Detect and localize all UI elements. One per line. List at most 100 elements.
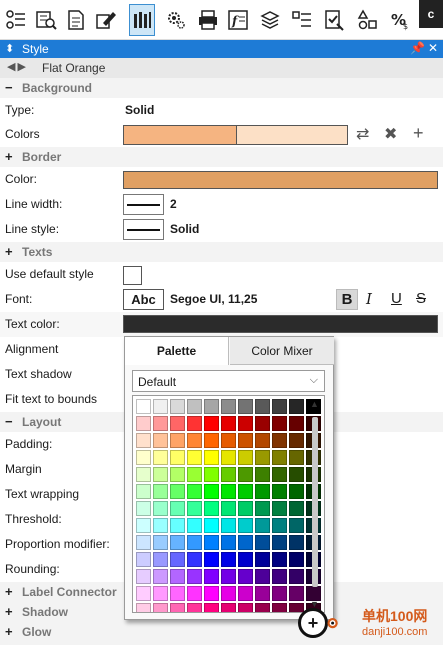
palette-swatch[interactable]	[272, 450, 287, 465]
palette-swatch[interactable]	[136, 416, 151, 431]
palette-swatch[interactable]	[170, 552, 185, 567]
palette-swatch[interactable]	[221, 552, 236, 567]
palette-swatch[interactable]	[238, 484, 253, 499]
palette-swatch[interactable]	[221, 450, 236, 465]
palette-swatch[interactable]	[136, 501, 151, 516]
italic-button[interactable]: I	[366, 290, 372, 308]
palette-swatch[interactable]	[204, 399, 219, 414]
swap-icon[interactable]: ⇄	[356, 124, 369, 144]
palette-swatch[interactable]	[289, 399, 304, 414]
palette-swatch[interactable]	[153, 416, 168, 431]
palette-swatch[interactable]	[289, 467, 304, 482]
palette-swatch[interactable]	[221, 569, 236, 584]
palette-swatch[interactable]	[272, 501, 287, 516]
palette-swatch[interactable]	[187, 399, 202, 414]
palette-swatch[interactable]	[289, 552, 304, 567]
layers-icon[interactable]	[257, 4, 283, 36]
palette-swatch[interactable]	[272, 416, 287, 431]
palette-swatch[interactable]	[221, 399, 236, 414]
palette-swatch[interactable]	[289, 450, 304, 465]
printer-icon[interactable]	[195, 4, 221, 36]
palette-swatch[interactable]	[289, 501, 304, 516]
document-icon[interactable]	[63, 4, 89, 36]
palette-swatch[interactable]	[272, 484, 287, 499]
palette-swatch[interactable]	[153, 484, 168, 499]
palette-swatch[interactable]	[255, 484, 270, 499]
palette-swatch[interactable]	[255, 518, 270, 533]
palette-swatch[interactable]	[238, 399, 253, 414]
palette-swatch[interactable]	[204, 603, 219, 612]
list-icon[interactable]	[289, 4, 315, 36]
app-icon[interactable]: c	[419, 0, 443, 28]
palette-swatch[interactable]	[170, 501, 185, 516]
palette-swatch[interactable]	[255, 450, 270, 465]
palette-swatch[interactable]	[289, 433, 304, 448]
palette-swatch[interactable]	[136, 603, 151, 612]
add-icon[interactable]: +	[413, 123, 424, 144]
palette-swatch[interactable]	[204, 416, 219, 431]
palette-swatch[interactable]	[136, 433, 151, 448]
use-default-style-checkbox[interactable]	[123, 266, 142, 285]
palette-swatch[interactable]	[221, 467, 236, 482]
palette-dropdown[interactable]: Default ⌵	[132, 370, 325, 392]
palette-swatch[interactable]	[238, 552, 253, 567]
palette-swatch[interactable]	[238, 586, 253, 601]
palette-swatch[interactable]	[136, 552, 151, 567]
palette-swatch[interactable]	[204, 501, 219, 516]
inspector-icon[interactable]	[33, 4, 59, 36]
section-texts[interactable]: + Texts	[0, 242, 443, 262]
palette-swatch[interactable]	[187, 569, 202, 584]
text-color-swatch[interactable]	[123, 315, 438, 333]
pin-icon[interactable]: 📌	[410, 41, 425, 55]
collapse-icon[interactable]: −	[5, 80, 13, 95]
palette-swatch[interactable]	[221, 416, 236, 431]
palette-swatch[interactable]	[289, 416, 304, 431]
palette-swatch[interactable]	[272, 399, 287, 414]
palette-swatch[interactable]	[289, 484, 304, 499]
palette-swatch[interactable]	[187, 535, 202, 550]
palette-swatch[interactable]	[136, 484, 151, 499]
palette-swatch[interactable]	[238, 569, 253, 584]
palette-swatch[interactable]	[255, 569, 270, 584]
palette-swatch[interactable]	[153, 569, 168, 584]
palette-swatch[interactable]	[289, 586, 304, 601]
palette-swatch[interactable]	[255, 535, 270, 550]
palette-swatch[interactable]	[255, 433, 270, 448]
palette-swatch[interactable]	[204, 433, 219, 448]
palette-swatch[interactable]	[238, 450, 253, 465]
strikethrough-button[interactable]: S	[416, 290, 426, 307]
palette-swatch[interactable]	[187, 433, 202, 448]
palette-swatch[interactable]	[187, 603, 202, 612]
palette-swatch[interactable]	[204, 535, 219, 550]
palette-swatch[interactable]	[136, 518, 151, 533]
palette-swatch[interactable]	[204, 552, 219, 567]
palette-swatch[interactable]	[272, 569, 287, 584]
palette-swatch[interactable]	[170, 416, 185, 431]
palette-swatch[interactable]	[272, 603, 287, 612]
palette-swatch[interactable]	[187, 501, 202, 516]
palette-swatch[interactable]	[153, 467, 168, 482]
color-stop-2[interactable]	[236, 126, 347, 144]
palette-swatch[interactable]	[204, 450, 219, 465]
palette-swatch[interactable]	[272, 586, 287, 601]
palette-swatch[interactable]	[170, 603, 185, 612]
palette-swatch[interactable]	[170, 467, 185, 482]
palette-swatch[interactable]	[272, 467, 287, 482]
palette-swatch[interactable]	[170, 586, 185, 601]
palette-swatch[interactable]	[153, 552, 168, 567]
palette-swatch[interactable]	[187, 552, 202, 567]
palette-swatch[interactable]	[221, 501, 236, 516]
palette-swatch[interactable]	[238, 433, 253, 448]
magnifier-icon[interactable]: +	[298, 608, 328, 638]
palette-swatch[interactable]	[272, 552, 287, 567]
bold-button[interactable]: B	[336, 289, 358, 310]
palette-swatch[interactable]	[255, 603, 270, 612]
palette-swatch[interactable]	[153, 450, 168, 465]
palette-swatch[interactable]	[238, 518, 253, 533]
nav-arrows-icon[interactable]: ◀▶	[7, 60, 28, 73]
percent-icon[interactable]: % $	[387, 4, 413, 36]
palette-swatch[interactable]	[153, 501, 168, 516]
palette-swatch[interactable]	[170, 535, 185, 550]
palette-swatch[interactable]	[238, 501, 253, 516]
palette-swatch[interactable]	[221, 603, 236, 612]
